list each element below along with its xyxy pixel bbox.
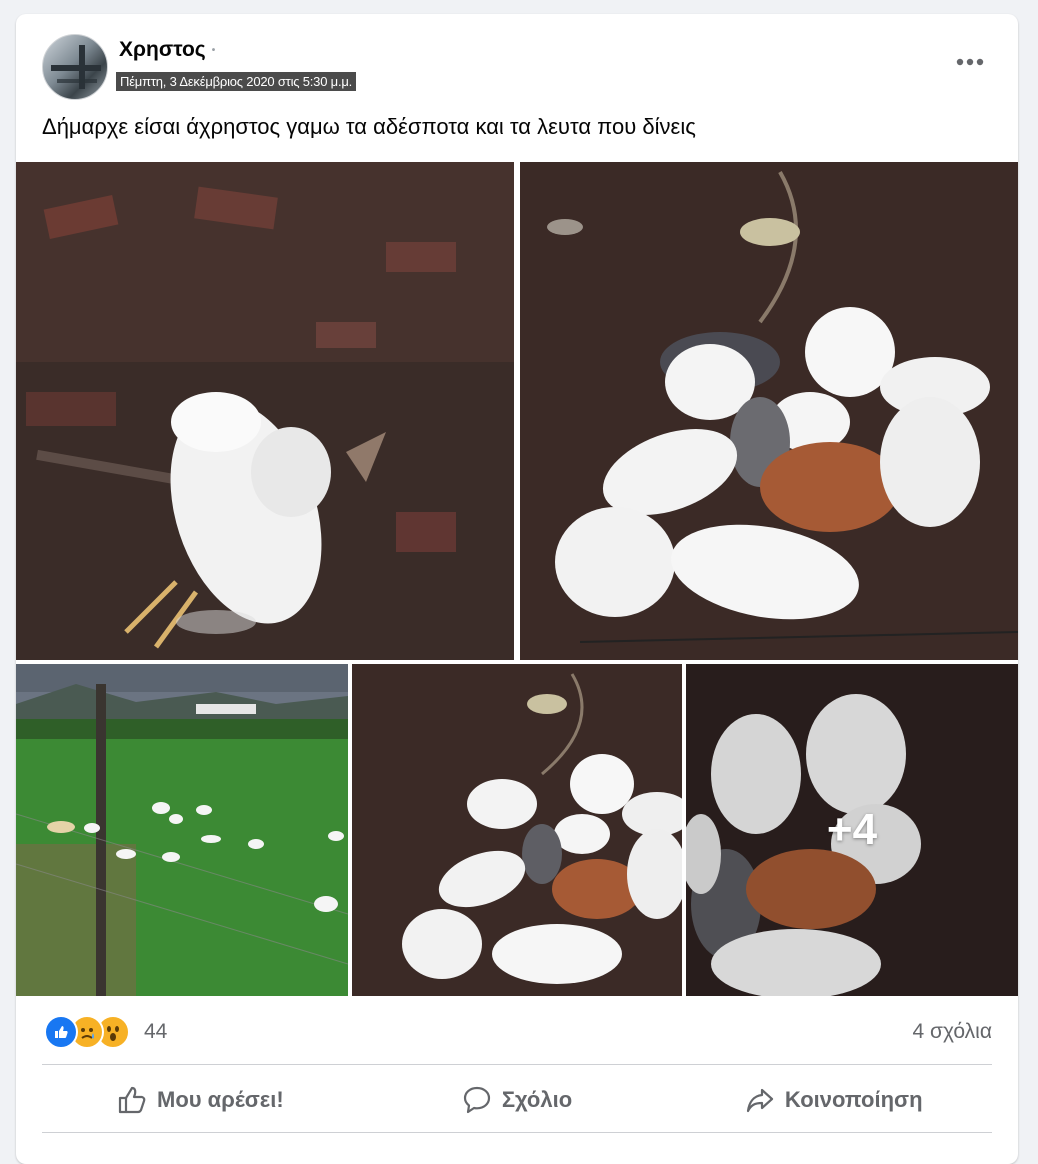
photo-2[interactable] <box>520 162 1018 660</box>
like-button[interactable]: Μου αρέσει! <box>42 1068 359 1132</box>
share-arrow-icon <box>746 1088 773 1113</box>
comment-button-label: Σχόλιο <box>501 1087 573 1112</box>
photo-4[interactable] <box>352 664 682 996</box>
reactions-summary[interactable]: 44 <box>44 1014 167 1050</box>
share-button[interactable]: Κοινοποίηση <box>675 1068 992 1132</box>
like-button-label: Μου αρέσει! <box>157 1087 284 1112</box>
divider-top <box>42 1064 992 1065</box>
comment-button[interactable]: Σχόλιο <box>359 1068 676 1132</box>
post-card: Χρηστος • Πέμπτη, 3 Δεκέμβριος 2020 στις … <box>16 14 1018 1164</box>
like-reaction-icon <box>44 1015 78 1049</box>
thumbs-up-icon <box>118 1086 146 1114</box>
share-button-label: Κοινοποίηση <box>784 1087 923 1112</box>
more-photos-overlay[interactable]: +4 <box>686 664 1018 996</box>
photo-5[interactable]: +4 <box>686 664 1018 996</box>
more-horizontal-icon <box>956 58 984 66</box>
divider-bottom <box>42 1132 992 1133</box>
author-name[interactable]: Χρηστος • <box>119 38 215 62</box>
more-options-button[interactable] <box>950 48 990 76</box>
post-text: Δήμαρχε είσαι άχρηστος γαμω τα αδέσποτα … <box>42 114 696 139</box>
photo-1[interactable] <box>16 162 514 660</box>
separator-dot: • <box>211 44 216 56</box>
avatar[interactable] <box>42 34 108 100</box>
action-bar: Μου αρέσει! Σχόλιο Κοινοποίηση <box>42 1068 992 1132</box>
speech-bubble-icon <box>463 1086 490 1114</box>
reaction-count[interactable]: 44 <box>144 1020 167 1044</box>
photo-3[interactable] <box>16 664 348 996</box>
post-timestamp[interactable]: Πέμπτη, 3 Δεκέμβριος 2020 στις 5:30 μ.μ. <box>116 72 357 91</box>
comments-count[interactable]: 4 σχόλια <box>912 1020 992 1044</box>
